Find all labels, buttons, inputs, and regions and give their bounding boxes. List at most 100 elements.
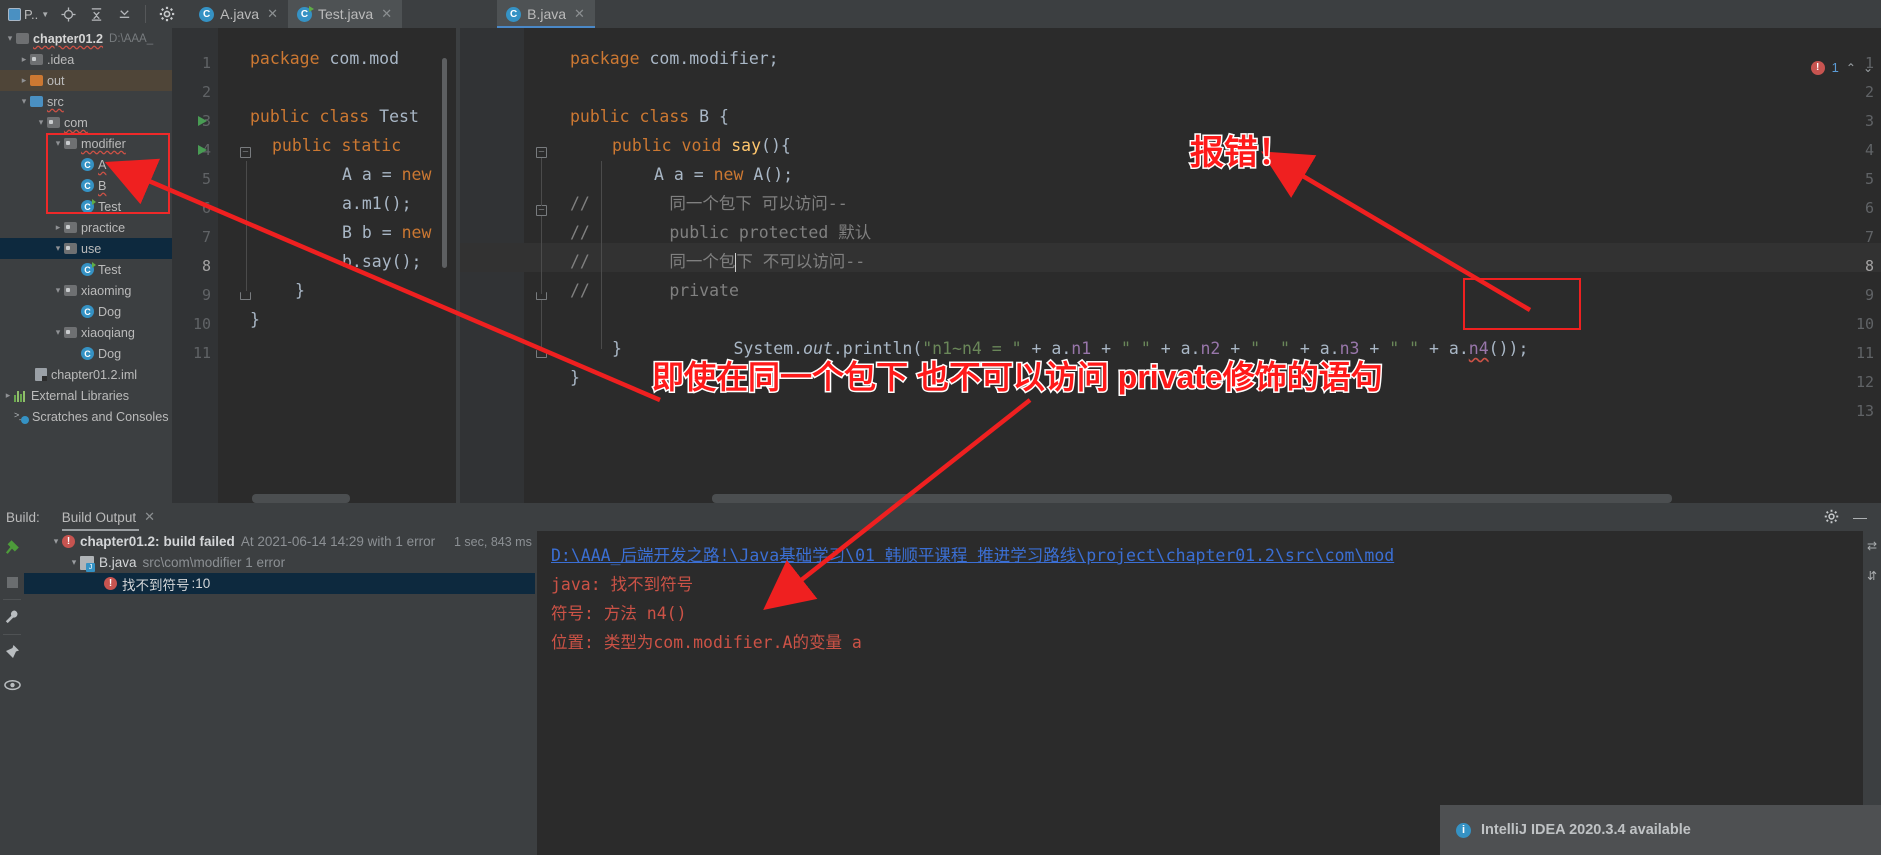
tree-item-label: modifier — [81, 136, 126, 151]
tree-item-class-Dog-xiaoqiang[interactable]: C Dog — [0, 343, 172, 364]
build-row-file[interactable]: B.java src\com\modifier 1 error — [24, 552, 535, 573]
build-row-error[interactable]: ! 找不到符号 :10 — [24, 573, 535, 594]
tab-A-java[interactable]: C A.java ✕ — [190, 0, 288, 28]
editor-left-horizontal-scrollbar[interactable] — [252, 494, 350, 503]
tree-item-class-Dog-xiaoming[interactable]: C Dog — [0, 301, 172, 322]
tree-item-iml-file[interactable]: chapter01.2.iml — [0, 364, 172, 385]
chevron-down-icon[interactable] — [4, 33, 16, 44]
settings-gear-icon[interactable] — [154, 2, 180, 26]
run-gutter-icon[interactable] — [198, 145, 207, 155]
close-icon[interactable]: ✕ — [381, 6, 392, 22]
line-number: 8 — [1864, 257, 1874, 275]
close-icon[interactable]: ✕ — [267, 6, 278, 22]
annotation-main-note: 即使在同一个包下 也不可以访问 private修饰的语句 — [651, 358, 1385, 397]
next-error-icon[interactable]: ⌄ — [1863, 61, 1873, 75]
project-selector-label: P.. — [24, 6, 39, 22]
tree-item-out[interactable]: out — [0, 70, 172, 91]
fold-icon[interactable]: – — [240, 147, 251, 158]
tree-item-idea[interactable]: .idea — [0, 49, 172, 70]
tree-item-label: out — [47, 73, 65, 88]
tree-item-project-root[interactable]: chapter01.2 D:\AAA_ — [0, 28, 172, 49]
settings-gear-icon[interactable] — [1824, 509, 1839, 527]
editor-test-java[interactable]: 1 2 3 4 5 6 7 8 9 10 11 – package com.mo… — [172, 28, 456, 503]
scroll-to-end-icon[interactable]: ⇵ — [1863, 561, 1881, 591]
chevron-down-icon[interactable] — [68, 557, 80, 568]
fold-icon[interactable]: – — [536, 147, 547, 158]
build-panel-header: Build: Build Output ✕ — — [0, 503, 1881, 531]
chevron-down-icon[interactable] — [52, 243, 64, 254]
project-tool-window[interactable]: chapter01.2 D:\AAA_ .idea out src com m — [0, 28, 172, 503]
fold-end-icon[interactable] — [536, 350, 547, 358]
project-window-icon — [8, 7, 21, 21]
java-class-icon: C — [199, 6, 215, 22]
java-class-runnable-icon: C — [296, 5, 314, 22]
prev-error-icon[interactable]: ⌃ — [1846, 61, 1856, 75]
tab-label: A.java — [220, 6, 260, 22]
run-gutter-icon[interactable] — [198, 116, 207, 126]
expand-all-icon[interactable] — [111, 2, 137, 26]
chevron-right-icon[interactable] — [18, 54, 30, 65]
editor-left-vertical-scrollbar[interactable] — [442, 58, 447, 268]
tab-build-output[interactable]: Build Output ✕ — [61, 503, 155, 531]
chevron-right-icon[interactable] — [18, 75, 30, 86]
soft-wrap-icon[interactable]: ⇄ — [1863, 531, 1881, 561]
annotation-error-label: 报错！ — [1189, 133, 1294, 174]
console-path-link[interactable]: D:\AAA_后端开发之路!\Java基础学习\01 韩顺平课程 推进学习路线\… — [551, 541, 1863, 570]
tree-item-com[interactable]: com — [0, 112, 172, 133]
target-icon[interactable] — [55, 2, 81, 26]
tree-item-class-Test-modifier[interactable]: C Test — [0, 196, 172, 217]
chevron-down-icon[interactable] — [52, 327, 64, 338]
editor-b-java[interactable]: 1 2 3 4 5 6 7 8 9 10 11 12 13 – – packag… — [460, 28, 1881, 503]
chevron-down-icon[interactable] — [52, 138, 64, 149]
chevron-right-icon[interactable] — [2, 390, 14, 401]
java-class-runnable-icon: C — [81, 262, 96, 276]
editor-area: 1 2 3 4 5 6 7 8 9 10 11 – package com.mo… — [172, 28, 1881, 503]
stop-icon[interactable] — [0, 565, 24, 599]
tree-item-external-libraries[interactable]: External Libraries — [0, 385, 172, 406]
chevron-down-icon[interactable] — [18, 96, 30, 107]
tree-item-scratches-and-consoles[interactable]: >_ Scratches and Consoles — [0, 406, 172, 427]
build-row-meta: :10 — [191, 576, 211, 591]
tree-item-class-Test-use[interactable]: C Test — [0, 259, 172, 280]
collapse-all-icon[interactable] — [83, 2, 109, 26]
tree-item-practice[interactable]: practice — [0, 217, 172, 238]
pin-icon[interactable] — [0, 635, 24, 669]
update-notification[interactable]: i IntelliJ IDEA 2020.3.4 available — [1440, 805, 1881, 855]
chevron-right-icon[interactable] — [52, 222, 64, 233]
eye-icon[interactable] — [0, 669, 24, 703]
build-output-tree[interactable]: ! chapter01.2: build failed At 2021-06-1… — [24, 531, 535, 855]
tree-item-class-A[interactable]: C A — [0, 154, 172, 175]
folder-blue-icon — [30, 96, 43, 107]
editor-inspection-status[interactable]: ! 1 ⌃ ⌄ — [1810, 60, 1873, 75]
package-icon — [64, 243, 77, 254]
close-icon[interactable]: ✕ — [574, 6, 585, 22]
line-number: 1 — [201, 54, 211, 72]
build-row-project[interactable]: ! chapter01.2: build failed At 2021-06-1… — [24, 531, 535, 552]
line-number: 9 — [1864, 286, 1874, 304]
idea-window: P.. ▼ C A.java ✕ C Test.java ✕ C B.java … — [0, 0, 1881, 855]
close-icon[interactable]: ✕ — [144, 509, 155, 525]
tree-item-xiaoqiang[interactable]: xiaoqiang — [0, 322, 172, 343]
chevron-down-icon[interactable] — [52, 285, 64, 296]
fold-end-icon[interactable] — [240, 292, 251, 300]
fold-icon[interactable]: – — [536, 205, 547, 216]
tree-item-use[interactable]: use — [0, 238, 172, 259]
console-error-line-3: 位置: 类型为com.modifier.A的变量 a — [551, 633, 862, 652]
chevron-down-icon[interactable] — [35, 117, 47, 128]
tree-item-src[interactable]: src — [0, 91, 172, 112]
tab-Test-java[interactable]: C Test.java ✕ — [287, 0, 403, 28]
build-icon[interactable] — [0, 531, 24, 565]
build-row-meta: src\com\modifier 1 error — [142, 555, 286, 570]
tree-item-xiaoming[interactable]: xiaoming — [0, 280, 172, 301]
tree-item-path: D:\AAA_ — [109, 32, 154, 45]
editor-right-horizontal-scrollbar[interactable] — [712, 494, 1672, 503]
tree-item-modifier[interactable]: modifier — [0, 133, 172, 154]
minimize-icon[interactable]: — — [1853, 509, 1867, 525]
chevron-down-icon[interactable] — [50, 536, 62, 547]
tab-B-java[interactable]: C B.java ✕ — [497, 0, 595, 28]
tree-item-class-B[interactable]: C B — [0, 175, 172, 196]
tab-label: Build Output — [61, 509, 137, 525]
wrench-icon[interactable] — [0, 600, 24, 634]
tree-item-label: Scratches and Consoles — [32, 409, 169, 424]
project-selector-button[interactable]: P.. ▼ — [4, 2, 53, 26]
